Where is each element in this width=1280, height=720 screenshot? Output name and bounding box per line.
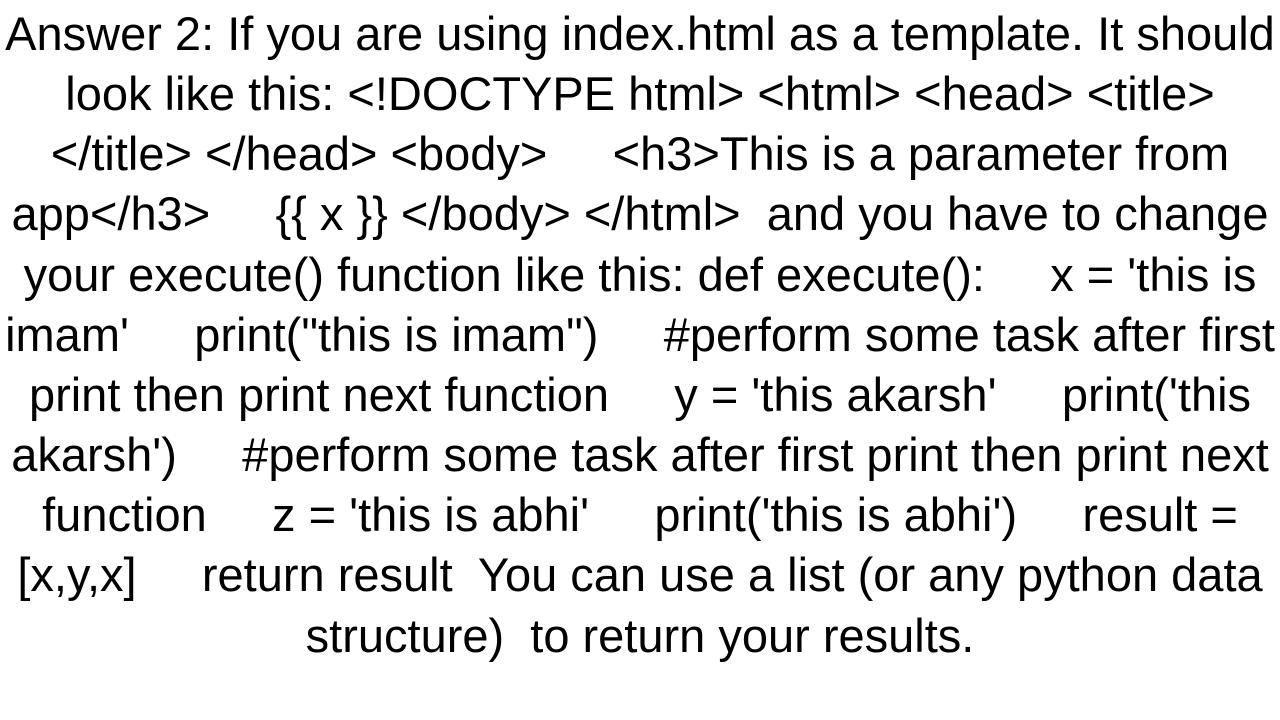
answer-text-block: Answer 2: If you are using index.html as…: [0, 0, 1280, 666]
